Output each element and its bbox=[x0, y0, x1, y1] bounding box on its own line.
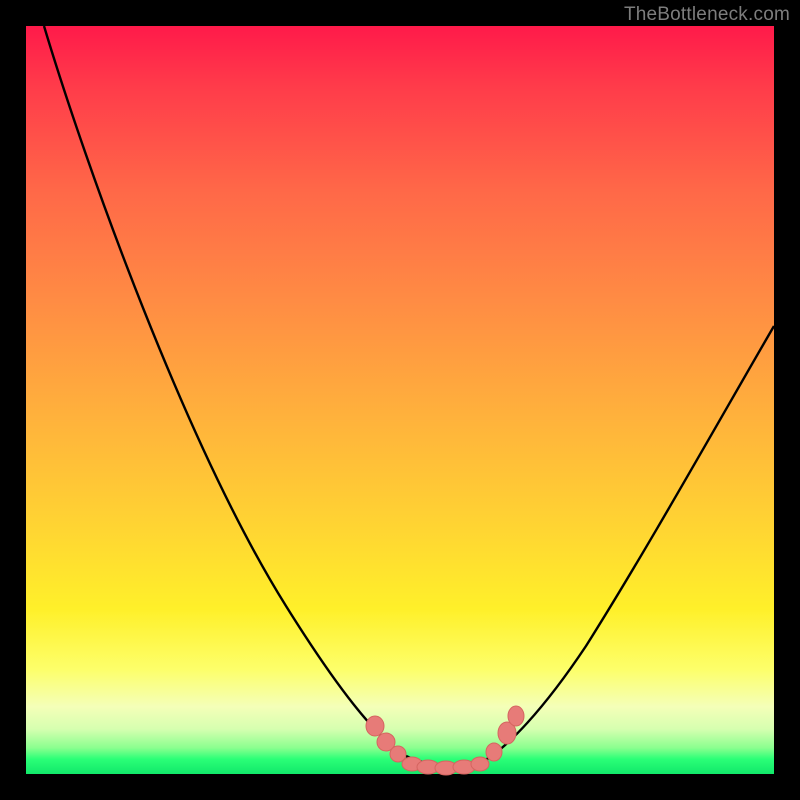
trough-markers bbox=[366, 706, 524, 775]
curve-right-branch bbox=[478, 326, 774, 764]
plot-area bbox=[26, 26, 774, 774]
watermark-label: TheBottleneck.com bbox=[624, 4, 790, 26]
bottleneck-curve bbox=[26, 26, 774, 774]
curve-left-branch bbox=[44, 26, 406, 756]
chart-frame: TheBottleneck.com bbox=[0, 0, 800, 800]
